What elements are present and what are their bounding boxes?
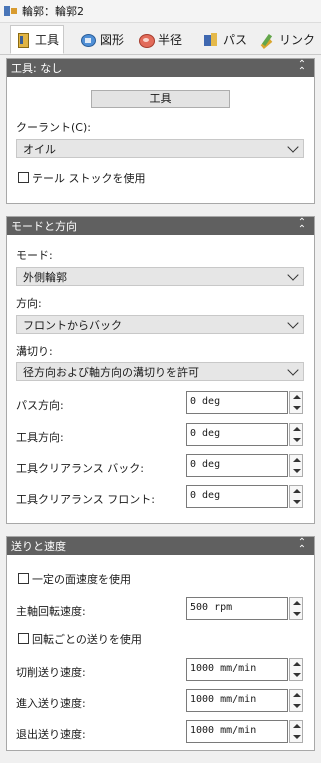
cutting-feed-spinner[interactable] bbox=[289, 658, 303, 681]
tab-radius[interactable]: 半径 bbox=[134, 26, 186, 53]
mode-select[interactable]: 外側輪郭 bbox=[16, 267, 304, 286]
lead-in-feed-spinner[interactable] bbox=[289, 689, 303, 712]
chevron-down-icon bbox=[287, 364, 299, 376]
constant-surface-checkbox[interactable] bbox=[18, 573, 29, 584]
clearance-back-spinner[interactable] bbox=[289, 454, 303, 477]
tab-label: 工具 bbox=[35, 33, 60, 47]
window-title: 輪郭：輪郭2 bbox=[22, 5, 84, 18]
collapse-icon[interactable]: ⌃ ⌃ bbox=[296, 218, 308, 235]
panel-title: モードと方向 bbox=[11, 220, 77, 233]
lead-out-feed-label: 退出送り速度: bbox=[16, 728, 86, 741]
chevron-down-icon bbox=[287, 317, 299, 329]
contour-icon bbox=[4, 5, 18, 17]
panel-title: 送りと速度 bbox=[11, 540, 66, 553]
lead-out-feed-spinner[interactable] bbox=[289, 720, 303, 743]
clearance-back-label: 工具クリアランス バック: bbox=[16, 462, 144, 475]
tab-label: 図形 bbox=[100, 33, 125, 47]
tab-label: パス bbox=[223, 33, 248, 47]
tailstock-checkbox[interactable] bbox=[18, 172, 29, 183]
tool-panel-header[interactable]: 工具: なし ⌃ ⌃ bbox=[7, 59, 314, 77]
clearance-front-label: 工具クリアランス フロント: bbox=[16, 493, 155, 506]
grooving-select[interactable]: 径方向および軸方向の溝切りを許可 bbox=[16, 362, 304, 381]
tailstock-label[interactable]: テール ストックを使用 bbox=[32, 170, 146, 186]
tab-label: リンク bbox=[279, 33, 316, 47]
feed-per-rev-label[interactable]: 回転ごとの送りを使用 bbox=[32, 631, 142, 647]
coolant-label: クーラント(C): bbox=[16, 121, 91, 134]
tool-panel: 工具: なし ⌃ ⌃ 工具 クーラント(C): オイル テール ストックを使用 bbox=[6, 58, 315, 204]
mode-label: モード: bbox=[16, 249, 53, 262]
cutting-feed-label: 切削送り速度: bbox=[16, 666, 86, 679]
spindle-speed-input[interactable]: 500 rpm bbox=[186, 597, 288, 620]
tab-label: 半径 bbox=[158, 33, 183, 47]
tab-link[interactable]: リンク bbox=[255, 26, 319, 53]
collapse-icon[interactable]: ⌃ ⌃ bbox=[296, 60, 308, 77]
tool-direction-input[interactable]: 0 deg bbox=[186, 423, 288, 446]
tool-button[interactable]: 工具 bbox=[91, 90, 230, 108]
panel-title: 工具: なし bbox=[11, 62, 63, 75]
chevron-down-icon bbox=[287, 269, 299, 281]
shape-icon bbox=[80, 32, 96, 48]
clearance-front-input[interactable]: 0 deg bbox=[186, 485, 288, 508]
lead-in-feed-label: 進入送り速度: bbox=[16, 697, 86, 710]
direction-value: フロントからバック bbox=[23, 318, 122, 332]
mode-value: 外側輪郭 bbox=[23, 270, 67, 284]
cutting-feed-input[interactable]: 1000 mm/min bbox=[186, 658, 288, 681]
lead-out-feed-input[interactable]: 1000 mm/min bbox=[186, 720, 288, 743]
title-bar: 輪郭：輪郭2 bbox=[0, 0, 321, 23]
tab-strip: 工具 図形 半径 パス リンク bbox=[0, 24, 321, 55]
feed-per-rev-checkbox[interactable] bbox=[18, 633, 29, 644]
path-icon bbox=[203, 32, 219, 48]
spindle-speed-label: 主軸回転速度: bbox=[16, 605, 86, 618]
tab-shape[interactable]: 図形 bbox=[76, 26, 128, 53]
clearance-front-spinner[interactable] bbox=[289, 485, 303, 508]
coolant-value: オイル bbox=[23, 142, 56, 156]
tool-direction-label: 工具方向: bbox=[16, 431, 64, 444]
clearance-back-input[interactable]: 0 deg bbox=[186, 454, 288, 477]
chevron-down-icon bbox=[287, 141, 299, 153]
grooving-label: 溝切り: bbox=[16, 345, 53, 358]
mode-panel: モードと方向 ⌃ ⌃ モード: 外側輪郭 方向: フロントからバック 溝切り: 径… bbox=[6, 216, 315, 524]
path-direction-spinner[interactable] bbox=[289, 391, 303, 414]
spindle-speed-spinner[interactable] bbox=[289, 597, 303, 620]
lead-in-feed-input[interactable]: 1000 mm/min bbox=[186, 689, 288, 712]
tool-direction-spinner[interactable] bbox=[289, 423, 303, 446]
tab-tool[interactable]: 工具 bbox=[10, 25, 65, 54]
grooving-value: 径方向および軸方向の溝切りを許可 bbox=[23, 365, 199, 379]
direction-label: 方向: bbox=[16, 297, 42, 310]
feed-panel: 送りと速度 ⌃ ⌃ 一定の面速度を使用 主軸回転速度: 500 rpm 回転ごとの… bbox=[6, 536, 315, 751]
path-direction-label: パス方向: bbox=[16, 399, 64, 412]
coolant-select[interactable]: オイル bbox=[16, 139, 304, 158]
path-direction-input[interactable]: 0 deg bbox=[186, 391, 288, 414]
tool-icon bbox=[15, 32, 31, 48]
feed-panel-header[interactable]: 送りと速度 ⌃ ⌃ bbox=[7, 537, 314, 555]
mode-panel-header[interactable]: モードと方向 ⌃ ⌃ bbox=[7, 217, 314, 235]
link-icon bbox=[259, 32, 275, 48]
direction-select[interactable]: フロントからバック bbox=[16, 315, 304, 334]
constant-surface-label[interactable]: 一定の面速度を使用 bbox=[32, 571, 131, 587]
collapse-icon[interactable]: ⌃ ⌃ bbox=[296, 538, 308, 555]
radius-icon bbox=[138, 32, 155, 48]
tab-path[interactable]: パス bbox=[199, 26, 251, 53]
